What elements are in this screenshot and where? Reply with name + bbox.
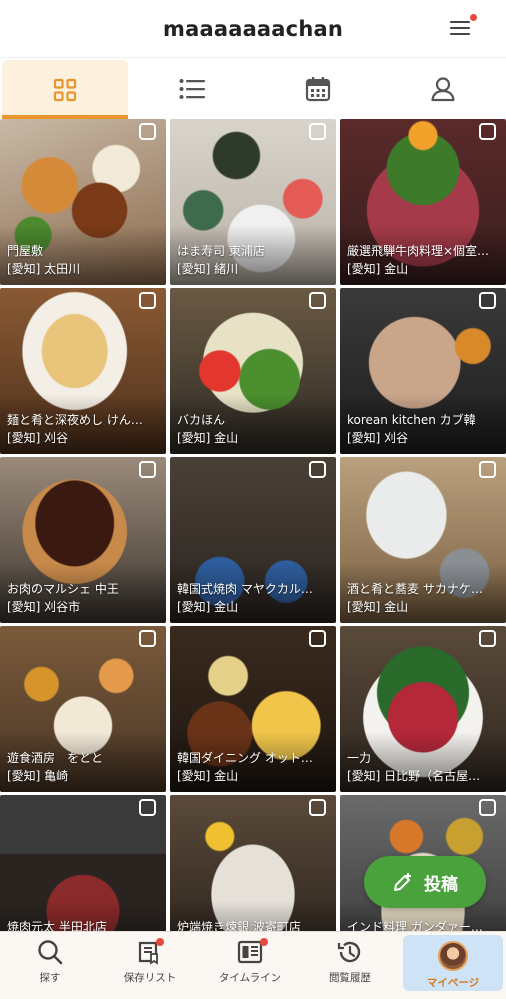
select-checkbox[interactable] bbox=[479, 799, 496, 816]
nav-history[interactable]: 閲覧履歴 bbox=[300, 932, 400, 999]
post-card[interactable]: 厳選飛騨牛肉料理×個室… [愛知] 金山 bbox=[340, 119, 506, 285]
avatar bbox=[438, 941, 468, 971]
tab-profile[interactable] bbox=[381, 58, 506, 119]
nav-search[interactable]: 探す bbox=[0, 932, 100, 999]
post-location: [愛知] 金山 bbox=[177, 769, 239, 783]
post-card[interactable]: korean kitchen カブ韓 [愛知] 刈谷 bbox=[340, 288, 506, 454]
select-checkbox[interactable] bbox=[309, 461, 326, 478]
post-name: 門屋敷 bbox=[7, 244, 44, 258]
post-grid: 門屋敷 [愛知] 太田川 はま寿司 東浦店 [愛知] 緒川 厳選飛騨牛肉料理×個… bbox=[0, 119, 506, 931]
post-location: [愛知] 金山 bbox=[177, 600, 239, 614]
profile-icon bbox=[431, 76, 455, 101]
post-name: 一力 bbox=[347, 751, 372, 765]
post-name: 炉端焼き煉銀 波寄町店 bbox=[177, 920, 301, 931]
select-checkbox[interactable] bbox=[139, 461, 156, 478]
post-location: [愛知] 緒川 bbox=[177, 262, 239, 276]
select-checkbox[interactable] bbox=[139, 799, 156, 816]
nav-label: 探す bbox=[39, 972, 61, 984]
post-name: 遊食酒房 をとと bbox=[7, 751, 104, 765]
select-checkbox[interactable] bbox=[139, 630, 156, 647]
profile-tabs bbox=[0, 58, 506, 119]
grid-icon bbox=[53, 78, 76, 101]
nav-label: マイページ bbox=[426, 977, 480, 989]
nav-label: 保存リスト bbox=[123, 972, 177, 984]
post-location: [愛知] 金山 bbox=[347, 600, 409, 614]
post-card[interactable]: お肉のマルシェ 中王 [愛知] 刈谷市 bbox=[0, 457, 166, 623]
select-checkbox[interactable] bbox=[479, 292, 496, 309]
list-icon bbox=[179, 78, 206, 99]
select-checkbox[interactable] bbox=[309, 630, 326, 647]
post-card[interactable]: 遊食酒房 をとと [愛知] 亀崎 bbox=[0, 626, 166, 792]
select-checkbox[interactable] bbox=[309, 292, 326, 309]
post-name: korean kitchen カブ韓 bbox=[347, 413, 476, 427]
post-card[interactable]: 焼肉元太 半田北店 bbox=[0, 795, 166, 931]
select-checkbox[interactable] bbox=[309, 123, 326, 140]
post-button-label: 投稿 bbox=[424, 874, 458, 895]
post-name: 韓国式焼肉 マヤクカル… bbox=[177, 582, 313, 596]
select-checkbox[interactable] bbox=[309, 799, 326, 816]
post-card[interactable]: バカほん [愛知] 金山 bbox=[170, 288, 336, 454]
nav-label: タイムライン bbox=[218, 972, 282, 984]
post-name: お肉のマルシェ 中王 bbox=[7, 582, 119, 596]
post-location: [愛知] 亀崎 bbox=[7, 769, 69, 783]
post-name: インド料理 ガンダァー… bbox=[347, 920, 483, 931]
post-card[interactable]: 一力 [愛知] 日比野（名古屋… bbox=[340, 626, 506, 792]
tab-list[interactable] bbox=[130, 58, 256, 119]
notification-dot bbox=[156, 938, 164, 946]
post-location: [愛知] 刈谷 bbox=[347, 431, 409, 445]
post-card[interactable]: 炉端焼き煉銀 波寄町店 bbox=[170, 795, 336, 931]
post-name: 焼肉元太 半田北店 bbox=[7, 920, 107, 931]
nav-mypage[interactable]: マイページ bbox=[403, 935, 503, 991]
bottom-nav: 探す 保存リスト タイムライン 閲覧履歴 マイページ bbox=[0, 931, 506, 999]
post-name: 厳選飛騨牛肉料理×個室… bbox=[347, 244, 490, 258]
nav-saved-list[interactable]: 保存リスト bbox=[100, 932, 200, 999]
menu-button[interactable] bbox=[448, 13, 478, 40]
post-button[interactable]: 投稿 bbox=[364, 856, 486, 908]
post-location: [愛知] 金山 bbox=[347, 262, 409, 276]
tab-calendar[interactable] bbox=[255, 58, 381, 119]
select-checkbox[interactable] bbox=[479, 461, 496, 478]
post-location: [愛知] 太田川 bbox=[7, 262, 81, 276]
nav-timeline[interactable]: タイムライン bbox=[200, 932, 300, 999]
post-name: 麺と肴と深夜めし けん… bbox=[7, 413, 143, 427]
post-card[interactable]: 韓国ダイニング オット… [愛知] 金山 bbox=[170, 626, 336, 792]
post-name: はま寿司 東浦店 bbox=[177, 244, 265, 258]
select-checkbox[interactable] bbox=[139, 123, 156, 140]
history-icon bbox=[337, 941, 361, 963]
search-icon bbox=[38, 940, 63, 965]
header: maaaaaaachan bbox=[0, 0, 506, 58]
post-location: [愛知] 刈谷 bbox=[7, 431, 69, 445]
post-name: 韓国ダイニング オット… bbox=[177, 751, 313, 765]
post-card[interactable]: 酒と肴と蕎麦 サカナケ… [愛知] 金山 bbox=[340, 457, 506, 623]
select-checkbox[interactable] bbox=[139, 292, 156, 309]
calendar-icon bbox=[305, 76, 330, 101]
post-card[interactable]: 韓国式焼肉 マヤクカル… [愛知] 金山 bbox=[170, 457, 336, 623]
pencil-plus-icon bbox=[394, 873, 411, 891]
select-checkbox[interactable] bbox=[479, 123, 496, 140]
nav-label: 閲覧履歴 bbox=[329, 972, 371, 984]
post-location: [愛知] 日比野（名古屋… bbox=[347, 769, 481, 783]
post-card[interactable]: 門屋敷 [愛知] 太田川 bbox=[0, 119, 166, 285]
notification-dot bbox=[260, 938, 268, 946]
page-title: maaaaaaachan bbox=[163, 16, 343, 41]
notification-dot bbox=[469, 13, 478, 22]
post-name: 酒と肴と蕎麦 サカナケ… bbox=[347, 582, 483, 596]
tab-grid[interactable] bbox=[2, 60, 128, 119]
post-card[interactable]: 麺と肴と深夜めし けん… [愛知] 刈谷 bbox=[0, 288, 166, 454]
select-checkbox[interactable] bbox=[479, 630, 496, 647]
post-card[interactable]: はま寿司 東浦店 [愛知] 緒川 bbox=[170, 119, 336, 285]
app-screen: maaaaaaachan 門屋敷 [愛知] 太田川 はま寿司 東浦店 [愛知] … bbox=[0, 0, 506, 999]
post-name: バカほん bbox=[177, 413, 226, 427]
post-location: [愛知] 刈谷市 bbox=[7, 600, 81, 614]
post-location: [愛知] 金山 bbox=[177, 431, 239, 445]
